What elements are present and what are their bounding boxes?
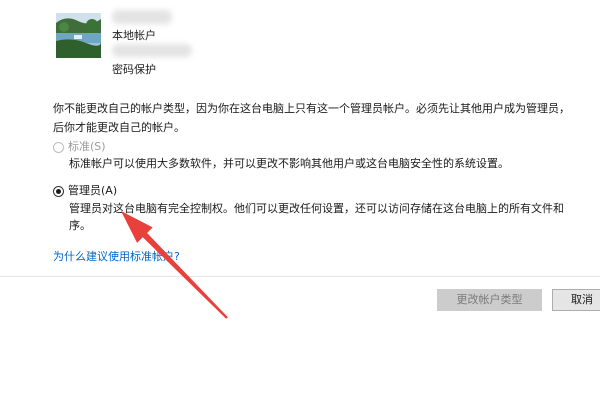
cancel-button[interactable]: 取消 bbox=[552, 289, 600, 311]
standard-label: 标准(S) bbox=[68, 140, 106, 153]
account-type-label: 本地帐户 bbox=[112, 29, 156, 42]
why-standard-account-link[interactable]: 为什么建议使用标准帐户? bbox=[53, 248, 180, 264]
info-text: 你不能更改自己的帐户类型，因为你在这台电脑上只有这一个管理员帐户。必须先让其他用… bbox=[53, 99, 593, 137]
landscape-image-icon bbox=[56, 13, 101, 58]
admin-option: 管理员(A) bbox=[53, 183, 117, 199]
standard-radio[interactable] bbox=[53, 141, 64, 153]
account-avatar bbox=[56, 13, 101, 58]
redacted-account-detail bbox=[112, 44, 192, 57]
admin-description-line-2: 序。 bbox=[69, 219, 91, 232]
admin-label: 管理员(A) bbox=[68, 184, 118, 197]
info-line-2: 后你才能更改自己的帐户。 bbox=[53, 121, 185, 134]
footer-divider bbox=[0, 276, 600, 277]
change-account-type-button[interactable]: 更改帐户类型 bbox=[437, 289, 542, 311]
admin-radio[interactable] bbox=[53, 185, 64, 197]
info-line-1: 你不能更改自己的帐户类型，因为你在这台电脑上只有这一个管理员帐户。必须先让其他用… bbox=[53, 102, 570, 115]
admin-description-line-1: 管理员对这台电脑有完全控制权。他们可以更改任何设置，还可以访问存储在这台电脑上的… bbox=[69, 202, 564, 215]
password-protection-label: 密码保护 bbox=[112, 63, 156, 76]
standard-description: 标准帐户可以使用大多数软件，并可以更改不影响其他用户或这台电脑安全性的系统设置。 bbox=[69, 157, 509, 170]
redacted-account-name bbox=[112, 10, 172, 24]
standard-option: 标准(S) bbox=[53, 139, 106, 155]
change-account-type-page: 本地帐户 密码保护 你不能更改自己的帐户类型，因为你在这台电脑上只有这一个管理员… bbox=[0, 0, 600, 409]
